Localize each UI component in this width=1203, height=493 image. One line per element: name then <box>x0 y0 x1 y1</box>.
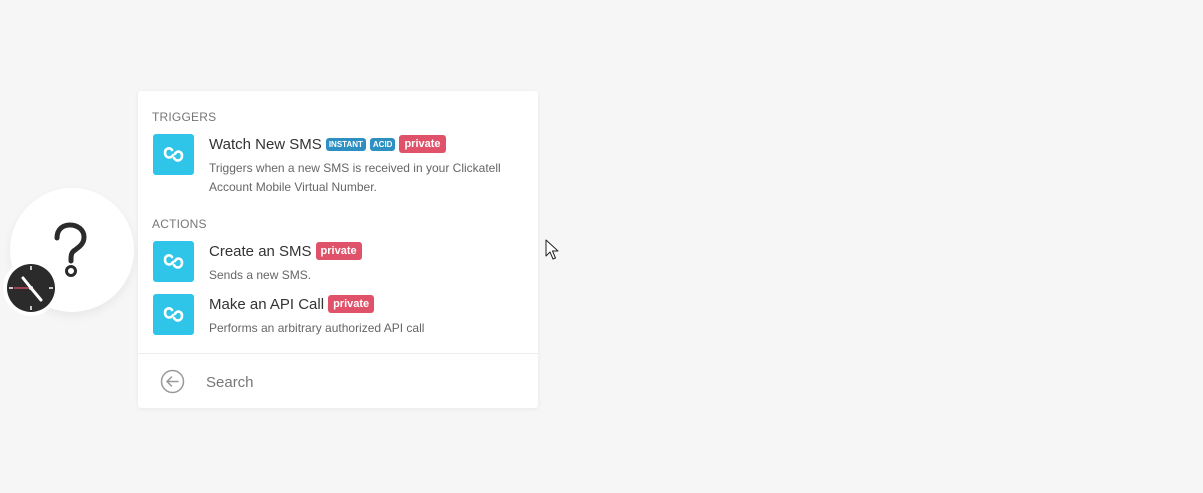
search-input[interactable] <box>206 371 516 393</box>
actions-heading: ACTIONS <box>152 217 207 231</box>
item-title: Watch New SMS <box>209 135 322 153</box>
clickatell-link-icon <box>163 307 184 322</box>
private-badge: private <box>315 242 362 260</box>
back-arrow-icon[interactable] <box>160 369 185 394</box>
private-badge: private <box>399 135 446 153</box>
item-title: Make an API Call <box>209 295 325 313</box>
item-description: Sends a new SMS. <box>209 268 312 282</box>
app-icon <box>153 241 194 282</box>
app-icon <box>153 134 194 175</box>
clickatell-link-icon <box>163 254 184 269</box>
list-item-watch-new-sms[interactable]: Watch New SMS INSTANT ACID private Trigg… <box>153 134 523 194</box>
module-picker-panel: TRIGGERS Watch New SMS INSTANT ACID priv… <box>138 91 538 408</box>
list-item-create-an-sms[interactable]: Create an SMS private Sends a new SMS. <box>153 241 523 283</box>
item-description: Performs an arbitrary authorized API cal… <box>209 321 425 335</box>
acid-badge: ACID <box>369 137 396 151</box>
mouse-cursor-icon <box>545 239 559 260</box>
item-description: Triggers when a new SMS is received in y… <box>209 161 501 194</box>
item-title: Create an SMS <box>209 242 312 260</box>
question-mark-icon <box>54 222 87 277</box>
divider <box>138 353 538 354</box>
list-item-make-an-api-call[interactable]: Make an API Call private Performs an arb… <box>153 294 523 336</box>
app-icon <box>153 294 194 335</box>
instant-badge: INSTANT <box>325 137 366 151</box>
clock-icon <box>7 264 55 312</box>
clickatell-link-icon <box>163 147 184 162</box>
triggers-heading: TRIGGERS <box>152 110 217 124</box>
private-badge: private <box>328 295 375 313</box>
